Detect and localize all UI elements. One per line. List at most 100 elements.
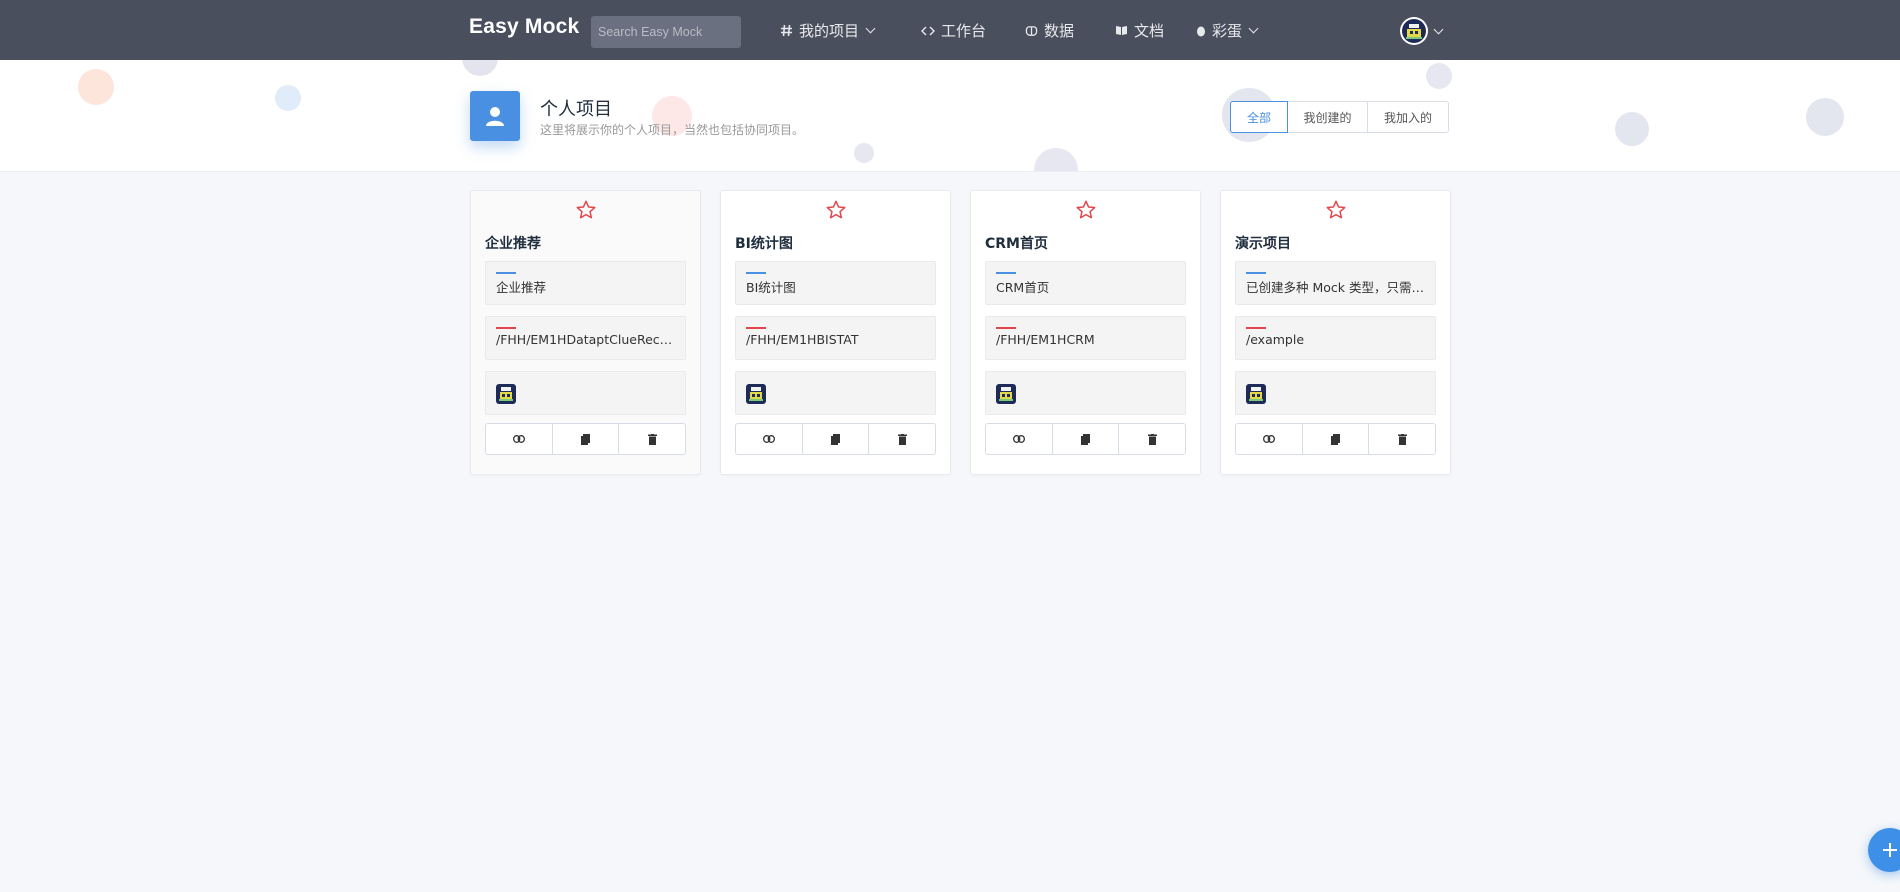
decor-bubble (1615, 112, 1649, 146)
nav-my-projects[interactable]: 我的项目 (780, 20, 876, 41)
duplicate-button[interactable] (1051, 423, 1120, 455)
personal-project-icon (470, 91, 520, 141)
project-url: /example (1235, 316, 1436, 360)
add-project-button[interactable] (1868, 828, 1900, 872)
nav-docs[interactable]: 文档 (1115, 20, 1164, 41)
decor-bubble (78, 69, 114, 105)
copy-icon (1331, 433, 1340, 445)
copy-link-button[interactable] (485, 423, 553, 455)
project-title[interactable]: 企业推荐 (485, 233, 541, 253)
project-url: /FHH/EM1HBISTAT (735, 316, 936, 360)
delete-button[interactable] (1368, 423, 1437, 455)
project-actions (735, 423, 937, 455)
project-description: 已创建多种 Mock 类型，只需点... (1235, 261, 1436, 305)
url-marker (746, 327, 766, 329)
trash-icon (1397, 433, 1407, 445)
star-icon[interactable] (1221, 199, 1450, 225)
copy-link-button[interactable] (1235, 423, 1303, 455)
nav-easter-egg-label: 彩蛋 (1212, 22, 1243, 40)
book-icon (1115, 25, 1128, 36)
filter-joined-button[interactable]: 我加入的 (1367, 101, 1449, 133)
nav-data-label: 数据 (1044, 22, 1075, 40)
duplicate-button[interactable] (1301, 423, 1370, 455)
link-icon (1012, 435, 1025, 443)
member-avatar[interactable] (996, 384, 1016, 404)
copy-link-button[interactable] (735, 423, 803, 455)
filter-created-button[interactable]: 我创建的 (1287, 101, 1368, 133)
star-icon[interactable] (471, 199, 700, 225)
project-title[interactable]: CRM首页 (985, 233, 1048, 253)
project-description-text: BI统计图 (746, 280, 796, 295)
filter-all-button[interactable]: 全部 (1230, 101, 1288, 133)
copy-icon (1081, 433, 1090, 445)
nav-docs-label: 文档 (1134, 22, 1165, 40)
project-actions (485, 423, 687, 455)
nav-workbench-label: 工作台 (941, 22, 987, 40)
project-card[interactable]: CRM首页 CRM首页 /FHH/EM1HCRM (970, 190, 1201, 475)
member-avatar[interactable] (1246, 384, 1266, 404)
decor-bubble (275, 85, 301, 111)
chevron-down-icon (1248, 23, 1259, 34)
delete-button[interactable] (1118, 423, 1187, 455)
project-filter-group: 全部 我创建的 我加入的 (1230, 101, 1449, 133)
plus-icon (1883, 843, 1897, 857)
project-url: /FHH/EM1HCRM (985, 316, 1186, 360)
description-marker (996, 272, 1016, 274)
copy-link-button[interactable] (985, 423, 1053, 455)
url-marker (1246, 327, 1266, 329)
project-members (735, 371, 936, 415)
nav-my-projects-label: 我的项目 (799, 22, 860, 40)
brain-icon (1025, 25, 1038, 37)
description-marker (746, 272, 766, 274)
copy-icon (581, 433, 590, 445)
delete-button[interactable] (618, 423, 687, 455)
nav-workbench[interactable]: 工作台 (921, 20, 986, 41)
trash-icon (897, 433, 907, 445)
hash-icon (780, 24, 793, 37)
page-subtitle: 这里将展示你的个人项目，当然也包括协同项目。 (540, 123, 805, 137)
decor-bubble (1034, 148, 1078, 171)
project-card[interactable]: BI统计图 BI统计图 /FHH/EM1HBISTAT (720, 190, 951, 475)
search-input[interactable] (591, 16, 741, 48)
project-members (985, 371, 1186, 415)
decor-bubble (1426, 63, 1452, 89)
link-icon (1262, 435, 1275, 443)
project-url-text: /FHH/EM1HCRM (996, 332, 1095, 347)
chevron-down-icon (1433, 24, 1444, 34)
star-icon[interactable] (971, 199, 1200, 225)
description-marker (1246, 272, 1266, 274)
star-icon[interactable] (721, 199, 950, 225)
url-marker (996, 327, 1016, 329)
decor-bubble (1806, 98, 1844, 136)
nav-easter-egg[interactable]: 彩蛋 (1196, 20, 1259, 41)
avatar (1400, 17, 1428, 45)
project-card[interactable]: 企业推荐 企业推荐 /FHH/EM1HDataptClueRecom... (470, 190, 701, 475)
user-menu[interactable] (1400, 17, 1444, 45)
nav-data[interactable]: 数据 (1025, 20, 1074, 41)
project-description: CRM首页 (985, 261, 1186, 305)
member-avatar[interactable] (746, 384, 766, 404)
project-url-text: /example (1246, 332, 1305, 347)
project-card[interactable]: 演示项目 已创建多种 Mock 类型，只需点... /example (1220, 190, 1451, 475)
member-avatar[interactable] (496, 384, 516, 404)
description-marker (496, 272, 516, 274)
duplicate-button[interactable] (551, 423, 620, 455)
copy-icon (831, 433, 840, 445)
decor-bubble (854, 143, 874, 163)
delete-button[interactable] (868, 423, 937, 455)
trash-icon (647, 433, 657, 445)
project-title[interactable]: BI统计图 (735, 233, 793, 253)
project-description-text: 已创建多种 Mock 类型，只需点... (1246, 280, 1428, 295)
project-description: BI统计图 (735, 261, 936, 305)
project-actions (985, 423, 1187, 455)
project-members (485, 371, 686, 415)
project-description: 企业推荐 (485, 261, 686, 305)
link-icon (512, 435, 525, 443)
duplicate-button[interactable] (801, 423, 870, 455)
chevron-down-icon (865, 23, 876, 34)
project-title[interactable]: 演示项目 (1235, 233, 1291, 253)
page-title: 个人项目 (540, 99, 612, 120)
project-description-text: CRM首页 (996, 280, 1050, 295)
brand-logo[interactable]: Easy Mock (469, 15, 579, 39)
project-url: /FHH/EM1HDataptClueRecom... (485, 316, 686, 360)
